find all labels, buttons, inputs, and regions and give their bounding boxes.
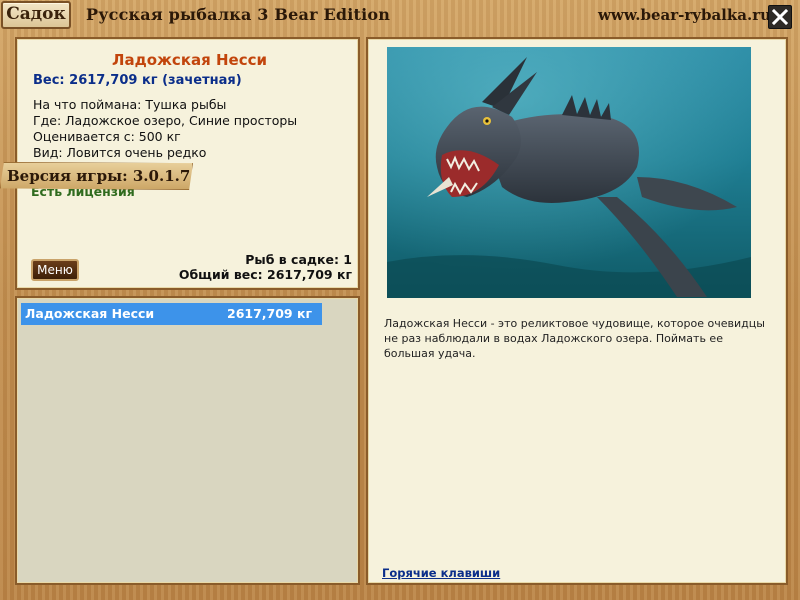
version-banner: Версия игры: 3.0.1.7 <box>0 162 193 190</box>
fish-bait: На что поймана: Тушка рыбы <box>33 97 227 112</box>
fish-value: Оценивается с: 500 кг <box>33 129 181 144</box>
site-url: www.bear-rybalka.ru <box>598 6 771 24</box>
fish-location: Где: Ладожское озеро, Синие просторы <box>33 113 298 128</box>
hotkeys-link[interactable]: Горячие клавиши <box>382 566 500 580</box>
fish-description: Ладожская Несси - это реликтовое чудовищ… <box>384 317 765 360</box>
total-weight: Общий вес: 2617,709 кг <box>178 267 352 282</box>
catch-list-panel: Ладожская Несси 2617,709 кг <box>15 296 360 585</box>
fish-weight: Вес: 2617,709 кг (зачетная) <box>33 73 242 88</box>
list-item-weight: 2617,709 кг <box>227 306 312 321</box>
fish-image <box>387 47 751 298</box>
sadok-button[interactable]: Садок <box>1 1 71 29</box>
list-item-name: Ладожская Несси <box>25 306 155 321</box>
fish-count: Рыб в садке: 1 <box>245 252 352 267</box>
fish-rarity: Вид: Ловится очень редко <box>33 145 207 160</box>
app-title: Русская рыбалка 3 Bear Edition <box>86 5 391 24</box>
close-button[interactable] <box>768 5 792 29</box>
list-item[interactable]: Ладожская Несси 2617,709 кг <box>21 303 322 325</box>
title-bar: Садок Русская рыбалка 3 Bear Edition www… <box>0 0 800 34</box>
menu-button[interactable]: Меню <box>31 259 79 281</box>
close-icon <box>772 9 788 25</box>
fish-detail-panel: Ладожская Несси - это реликтовое чудовищ… <box>366 37 788 585</box>
fish-name: Ладожская Несси <box>112 51 267 69</box>
